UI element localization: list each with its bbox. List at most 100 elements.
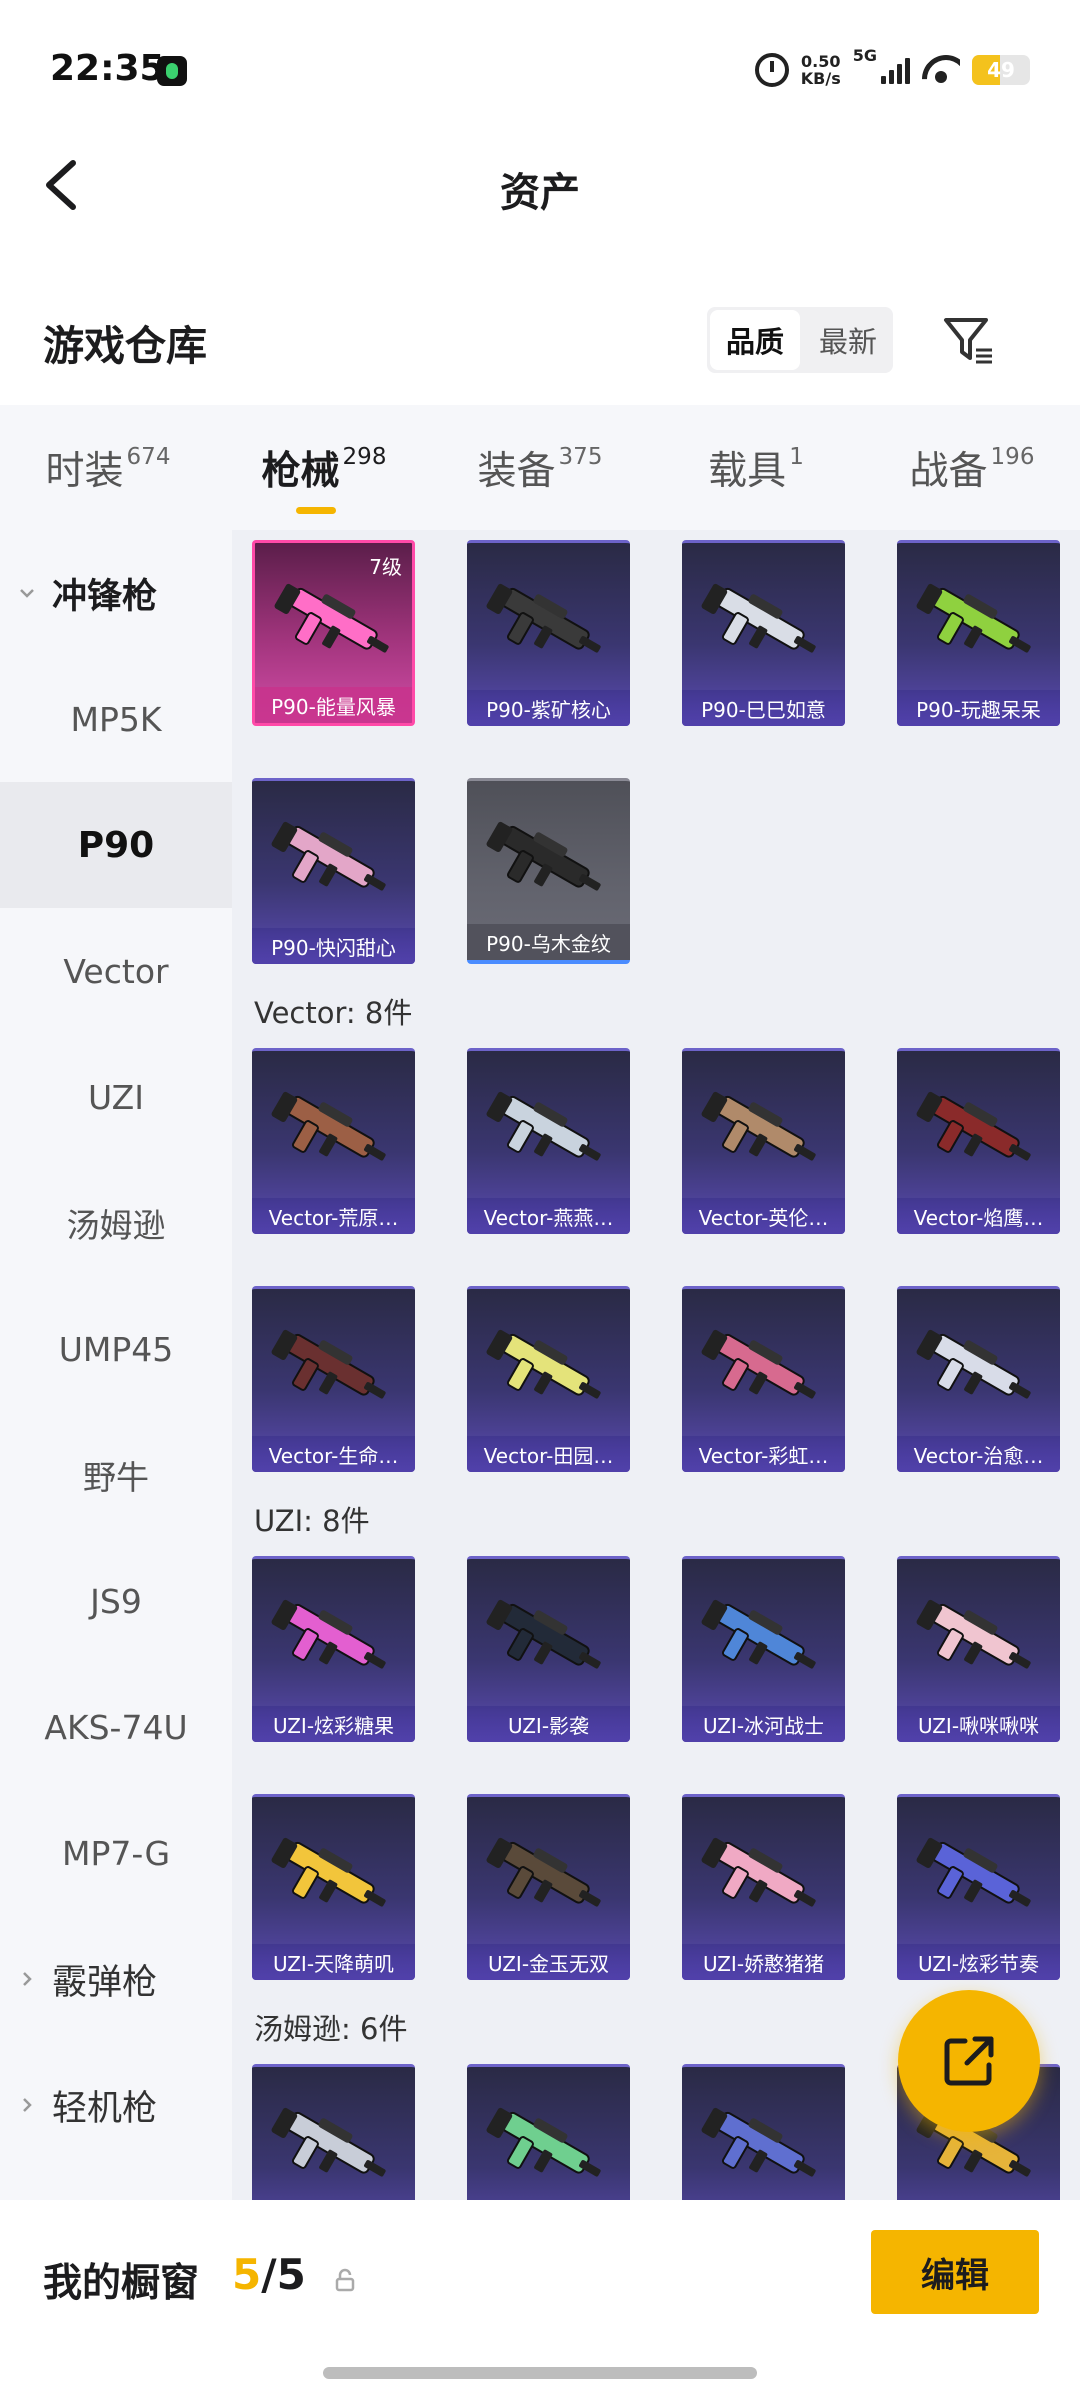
tab-firearms[interactable]: 枪械 298 bbox=[216, 405, 432, 530]
weapon-icon bbox=[701, 1599, 816, 1669]
sort-by-newest[interactable]: 最新 bbox=[803, 307, 893, 373]
weapon-card[interactable]: Vector-彩虹… bbox=[682, 1286, 845, 1472]
battery-icon: 49 bbox=[972, 55, 1030, 85]
weapon-card[interactable]: UZI-娇憨猪猪 bbox=[682, 1794, 845, 1980]
weapon-icon bbox=[271, 2107, 386, 2177]
weapon-icon bbox=[916, 1837, 1031, 1907]
weapon-card[interactable]: P90-巳巳如意 bbox=[682, 540, 845, 726]
weapon-icon bbox=[916, 583, 1031, 653]
weapon-card[interactable]: UZI-金玉无双 bbox=[467, 1794, 630, 1980]
weapon-name: P90-巳巳如意 bbox=[682, 690, 845, 726]
weapon-card[interactable]: Vector-荒原… bbox=[252, 1048, 415, 1234]
weapon-card[interactable]: P90-紫矿核心 bbox=[467, 540, 630, 726]
weapon-name: P90-能量风暴 bbox=[255, 687, 412, 723]
weapon-name: UZI-天降萌叽 bbox=[252, 1944, 415, 1980]
sidebar-category-lmg[interactable]: 轻机枪 bbox=[0, 2042, 232, 2168]
sidebar-category-smg[interactable]: 冲锋枪 bbox=[0, 530, 232, 656]
section-label-vector: Vector: 8件 bbox=[254, 996, 413, 1030]
sidebar-item-label: 霰弹枪 bbox=[52, 1962, 158, 2003]
weapon-card[interactable]: UZI-炫彩节奏 bbox=[897, 1794, 1060, 1980]
weapon-card[interactable]: Vector-治愈… bbox=[897, 1286, 1060, 1472]
tab-label: 战备 bbox=[909, 448, 988, 494]
grid-row: P90-快闪甜心 P90-乌木金纹 bbox=[252, 778, 1072, 964]
sidebar-item-mp5k[interactable]: MP5K bbox=[0, 656, 232, 782]
weapon-card[interactable] bbox=[467, 2064, 630, 2200]
weapon-card[interactable]: P90-乌木金纹 bbox=[467, 778, 630, 964]
sidebar-item-js9[interactable]: JS9 bbox=[0, 1538, 232, 1664]
weapon-icon bbox=[916, 1329, 1031, 1399]
sidebar-item-thompson[interactable]: 汤姆逊 bbox=[0, 1160, 232, 1286]
weapon-card[interactable]: UZI-冰河战士 bbox=[682, 1556, 845, 1742]
weapon-name: Vector-燕燕… bbox=[467, 1198, 630, 1234]
weapon-card[interactable] bbox=[252, 2064, 415, 2200]
weapon-icon bbox=[916, 1599, 1031, 1669]
tab-label: 装备 bbox=[477, 448, 556, 494]
grid-row: Vector-荒原… Vector-燕燕… Vector-英伦… Vector-… bbox=[252, 1048, 1072, 1234]
sidebar-item-bizon[interactable]: 野牛 bbox=[0, 1412, 232, 1538]
weapon-card[interactable]: Vector-英伦… bbox=[682, 1048, 845, 1234]
weapon-card[interactable]: Vector-燕燕… bbox=[467, 1048, 630, 1234]
sidebar-item-ump45[interactable]: UMP45 bbox=[0, 1286, 232, 1412]
weapon-name: Vector-田园… bbox=[467, 1436, 630, 1472]
tab-combat-gear[interactable]: 战备 196 bbox=[864, 405, 1080, 530]
tab-count: 674 bbox=[126, 443, 171, 470]
weapon-icon bbox=[486, 1599, 601, 1669]
section-label-thompson: 汤姆逊: 6件 bbox=[254, 2012, 408, 2046]
tab-count: 375 bbox=[558, 443, 603, 470]
weapon-card[interactable]: 7级 P90-能量风暴 bbox=[252, 540, 415, 726]
grid-row: Vector-生命… Vector-田园… Vector-彩虹… Vector-… bbox=[252, 1286, 1072, 1472]
tab-equipment[interactable]: 装备 375 bbox=[432, 405, 648, 530]
weapon-icon bbox=[701, 1837, 816, 1907]
home-indicator[interactable] bbox=[323, 2367, 757, 2379]
weapon-card[interactable]: UZI-啾咪啾咪 bbox=[897, 1556, 1060, 1742]
weapon-icon bbox=[701, 583, 816, 653]
edit-button[interactable]: 编辑 bbox=[871, 2230, 1039, 2314]
sidebar-item-uzi[interactable]: UZI bbox=[0, 1034, 232, 1160]
weapon-name: UZI-金玉无双 bbox=[467, 1944, 630, 1980]
filter-button[interactable] bbox=[940, 312, 996, 368]
weapon-card[interactable]: Vector-田园… bbox=[467, 1286, 630, 1472]
showcase-count-separator: / bbox=[261, 2250, 277, 2299]
sidebar-item-vector[interactable]: Vector bbox=[0, 908, 232, 1034]
weapon-name: P90-快闪甜心 bbox=[252, 928, 415, 964]
weapon-card[interactable]: UZI-炫彩糖果 bbox=[252, 1556, 415, 1742]
chevron-right-icon bbox=[23, 1972, 32, 1986]
sidebar-category-shotgun[interactable]: 霰弹枪 bbox=[0, 1916, 232, 2042]
weapon-name: UZI-影袭 bbox=[467, 1706, 630, 1742]
filter-icon bbox=[944, 318, 992, 364]
weapon-grid: 7级 P90-能量风暴 P90-紫矿核心 P90-巳巳如意 P90-玩趣呆呆 P… bbox=[232, 530, 1080, 2200]
sidebar-item-label: 轻机枪 bbox=[52, 2088, 158, 2129]
weapon-card[interactable]: Vector-生命… bbox=[252, 1286, 415, 1472]
weapon-icon bbox=[271, 1599, 386, 1669]
grid-row: 7级 P90-能量风暴 P90-紫矿核心 P90-巳巳如意 P90-玩趣呆呆 bbox=[252, 540, 1072, 726]
tab-vehicles[interactable]: 载具 1 bbox=[648, 405, 864, 530]
tab-label: 时装 bbox=[45, 448, 124, 494]
sort-toggle: 品质 最新 bbox=[707, 307, 893, 373]
weapon-card[interactable] bbox=[682, 2064, 845, 2200]
sidebar-item-mp7g[interactable]: MP7-G bbox=[0, 1790, 232, 1916]
tab-fashion[interactable]: 时装 674 bbox=[0, 405, 216, 530]
showcase-count-current: 5 bbox=[232, 2250, 262, 2299]
sidebar-item-p90[interactable]: P90 bbox=[0, 782, 232, 908]
weapon-card[interactable]: P90-玩趣呆呆 bbox=[897, 540, 1060, 726]
sidebar-item-aks74u[interactable]: AKS-74U bbox=[0, 1664, 232, 1790]
network-speed-unit: KB/s bbox=[800, 69, 841, 88]
weapon-card[interactable]: UZI-天降萌叽 bbox=[252, 1794, 415, 1980]
weapon-icon bbox=[701, 1091, 816, 1161]
sort-by-quality[interactable]: 品质 bbox=[710, 310, 800, 370]
signal-icon bbox=[881, 56, 910, 84]
showcase-count: 5/5 bbox=[232, 2250, 306, 2299]
share-fab[interactable] bbox=[898, 1990, 1040, 2132]
weapon-icon bbox=[701, 1329, 816, 1399]
weapon-icon bbox=[486, 583, 601, 653]
weapon-name: Vector-焰鹰… bbox=[897, 1198, 1060, 1234]
weapon-icon bbox=[271, 1091, 386, 1161]
weapon-icon bbox=[486, 2107, 601, 2177]
weapon-card[interactable]: P90-快闪甜心 bbox=[252, 778, 415, 964]
page-title: 资产 bbox=[500, 170, 580, 216]
weapon-icon bbox=[486, 821, 601, 891]
showcase-title: 我的橱窗 bbox=[43, 2261, 200, 2306]
weapon-card[interactable]: Vector-焰鹰… bbox=[897, 1048, 1060, 1234]
grid-row: UZI-天降萌叽 UZI-金玉无双 UZI-娇憨猪猪 UZI-炫彩节奏 bbox=[252, 1794, 1072, 1980]
weapon-card[interactable]: UZI-影袭 bbox=[467, 1556, 630, 1742]
